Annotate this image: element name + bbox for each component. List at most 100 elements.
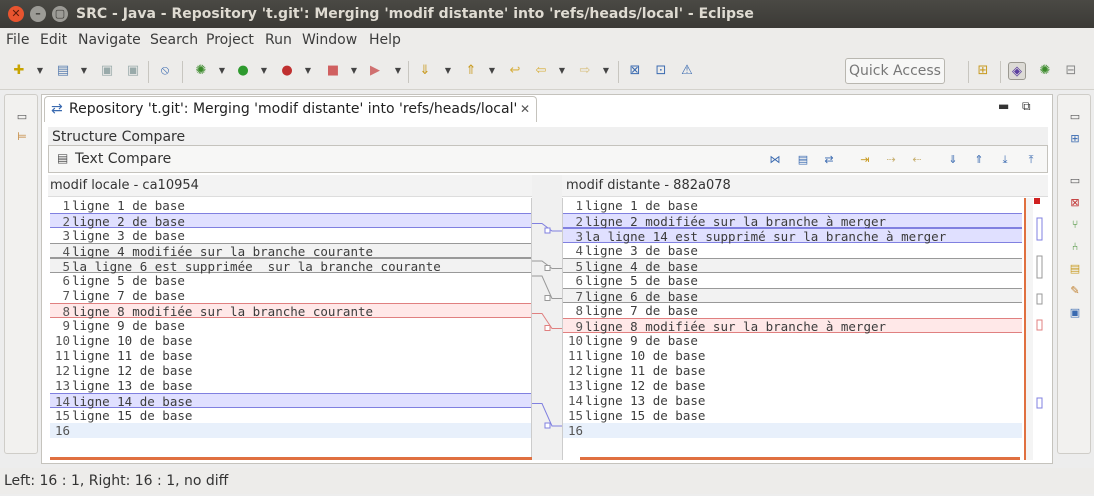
- copy-all-left-to-right-icon[interactable]: ⇥: [857, 152, 873, 168]
- right-code-line[interactable]: 8 ligne 7 de base: [563, 303, 1022, 318]
- maximize-window-button[interactable]: ▢: [52, 6, 68, 22]
- menu-navigate[interactable]: Navigate: [78, 28, 141, 52]
- right-code-line[interactable]: 7 ligne 6 de base: [563, 288, 1022, 304]
- editor-tab[interactable]: ⇄ Repository 't.git': Merging 'modif dis…: [44, 96, 537, 122]
- run-icon[interactable]: ●: [234, 62, 252, 80]
- left-code-line[interactable]: 14 ligne 14 de base: [50, 393, 531, 409]
- menu-search[interactable]: Search: [150, 28, 198, 52]
- git-staging-icon[interactable]: ⑂: [1067, 217, 1083, 233]
- quick-access-input[interactable]: Quick Access: [845, 58, 945, 84]
- next-annotation-dropdown-icon[interactable]: ▼: [444, 64, 452, 78]
- copy-change-handle[interactable]: [544, 325, 551, 331]
- new-package-icon[interactable]: ▤: [54, 62, 72, 80]
- back-icon[interactable]: ⇦: [532, 62, 550, 80]
- restore-icon[interactable]: ▭: [14, 109, 30, 125]
- restore-icon[interactable]: ▭: [1067, 109, 1083, 125]
- left-code-line[interactable]: 13 ligne 13 de base: [50, 378, 531, 393]
- right-code-line[interactable]: 6 ligne 5 de base: [563, 273, 1022, 288]
- right-code-line[interactable]: 4 ligne 3 de base: [563, 243, 1022, 258]
- close-window-button[interactable]: ✕: [8, 6, 24, 22]
- debug-icon[interactable]: ✺: [192, 62, 210, 80]
- copy-current-left-to-right-icon[interactable]: ⇢: [883, 152, 899, 168]
- menu-window[interactable]: Window: [302, 28, 357, 52]
- right-code-line[interactable]: 11 ligne 10 de base: [563, 348, 1022, 363]
- problems-icon[interactable]: ⊠: [1067, 195, 1083, 211]
- toggle-ancestor-icon[interactable]: ▤: [795, 152, 811, 168]
- skip-breakpoints-icon[interactable]: ⦸: [156, 62, 174, 80]
- new-package-dropdown-icon[interactable]: ▼: [80, 64, 88, 78]
- menu-project[interactable]: Project: [206, 28, 254, 52]
- next-difference-icon[interactable]: ⊡: [652, 62, 670, 80]
- save-icon[interactable]: ▣: [98, 62, 116, 80]
- javadoc-icon[interactable]: ▤: [1067, 261, 1083, 277]
- close-tab-icon[interactable]: ✕: [520, 97, 530, 121]
- left-code-line[interactable]: 16: [50, 423, 531, 438]
- run-dropdown-icon[interactable]: ▼: [260, 64, 268, 78]
- hierarchy-icon[interactable]: ⊨: [14, 129, 30, 145]
- copy-change-handle[interactable]: [544, 295, 551, 301]
- structure-compare-pane[interactable]: Structure Compare: [48, 127, 1048, 145]
- menu-run[interactable]: Run: [265, 28, 292, 52]
- copy-all-icon[interactable]: ⊠: [626, 62, 644, 80]
- previous-annotation-dropdown-icon[interactable]: ▼: [488, 64, 496, 78]
- copy-change-handle[interactable]: [544, 227, 551, 234]
- left-code-line[interactable]: 4 ligne 4 modifiée sur la branche courant…: [50, 243, 531, 259]
- save-all-icon[interactable]: ▣: [124, 62, 142, 80]
- left-code-line[interactable]: 7 ligne 7 de base: [50, 288, 531, 303]
- new-icon[interactable]: ✚: [10, 62, 28, 80]
- git-history-icon[interactable]: ⑃: [1067, 239, 1083, 255]
- left-code-line[interactable]: 5 la ligne 6 est supprimée sur la branche…: [50, 258, 531, 274]
- next-change-icon[interactable]: ⤓: [997, 152, 1013, 168]
- new-dropdown-icon[interactable]: ▼: [36, 64, 44, 78]
- right-code-line[interactable]: 12 ligne 11 de base: [563, 363, 1022, 378]
- menu-help[interactable]: Help: [369, 28, 401, 52]
- outline-icon[interactable]: ⊞: [1067, 131, 1083, 147]
- right-text-pane[interactable]: 1 ligne 1 de base 2 ligne 2 modifiée sur la…: [562, 198, 1022, 460]
- right-code-line[interactable]: 10 ligne 9 de base: [563, 333, 1022, 348]
- overview-ruler[interactable]: [1034, 198, 1048, 460]
- previous-annotation-icon[interactable]: ⇑: [462, 62, 480, 80]
- copy-change-handle[interactable]: [544, 265, 551, 271]
- external-tools-dropdown-icon[interactable]: ▼: [394, 64, 402, 78]
- coverage-dropdown-icon[interactable]: ▼: [304, 64, 312, 78]
- search-results-icon[interactable]: ✎: [1067, 283, 1083, 299]
- restore-icon[interactable]: ▭: [1067, 173, 1083, 189]
- left-code-line[interactable]: 15 ligne 15 de base: [50, 408, 531, 423]
- maximize-editor-icon[interactable]: ⧉: [1022, 99, 1031, 114]
- left-code-line[interactable]: 8 ligne 8 modifiée sur la branche courant…: [50, 303, 531, 319]
- right-code-line[interactable]: 1 ligne 1 de base: [563, 198, 1022, 213]
- left-code-line[interactable]: 1 ligne 1 de base: [50, 198, 531, 213]
- left-code-line[interactable]: 3 ligne 3 de base: [50, 228, 531, 243]
- next-difference-icon[interactable]: ⇓: [945, 152, 961, 168]
- swap-panes-icon[interactable]: ⋈: [767, 152, 783, 168]
- left-code-line[interactable]: 6 ligne 5 de base: [50, 273, 531, 288]
- left-code-line[interactable]: 10 ligne 10 de base: [50, 333, 531, 348]
- left-text-pane[interactable]: 1 ligne 1 de base 2 ligne 2 de base 3 ligne 3…: [50, 198, 532, 460]
- right-code-line[interactable]: 2 ligne 2 modifiée sur la branche à merge…: [563, 213, 1022, 229]
- debug-perspective-icon[interactable]: ✺: [1036, 62, 1054, 80]
- next-change-icon[interactable]: ⚠: [678, 62, 696, 80]
- forward-icon[interactable]: ⇨: [576, 62, 594, 80]
- menu-file[interactable]: File: [6, 28, 29, 52]
- ignore-whitespace-icon[interactable]: ⇄: [821, 152, 837, 168]
- debug-dropdown-icon[interactable]: ▼: [218, 64, 226, 78]
- last-edit-location-icon[interactable]: ↩: [506, 62, 524, 80]
- external-tools-icon[interactable]: ▶: [366, 62, 384, 80]
- left-code-line[interactable]: 9 ligne 9 de base: [50, 318, 531, 333]
- previous-difference-icon[interactable]: ⇑: [971, 152, 987, 168]
- menu-edit[interactable]: Edit: [40, 28, 67, 52]
- minimize-editor-icon[interactable]: ▬: [998, 99, 1009, 113]
- right-code-line[interactable]: 13 ligne 12 de base: [563, 378, 1022, 393]
- stop-icon[interactable]: ■: [324, 62, 342, 80]
- left-code-line[interactable]: 2 ligne 2 de base: [50, 213, 531, 229]
- right-code-line[interactable]: 16: [563, 423, 1022, 438]
- coverage-icon[interactable]: ●: [278, 62, 296, 80]
- right-code-line[interactable]: 15 ligne 15 de base: [563, 408, 1022, 423]
- right-vertical-scrollbar[interactable]: [1025, 198, 1033, 460]
- minimize-window-button[interactable]: –: [30, 6, 46, 22]
- back-dropdown-icon[interactable]: ▼: [558, 64, 566, 78]
- git-perspective-icon[interactable]: ⊟: [1062, 62, 1080, 80]
- right-code-line[interactable]: 5 ligne 4 de base: [563, 258, 1022, 274]
- java-perspective-icon[interactable]: ◈: [1008, 62, 1026, 80]
- right-code-line[interactable]: 9 ligne 8 modifiée sur la branche à merge…: [563, 318, 1022, 334]
